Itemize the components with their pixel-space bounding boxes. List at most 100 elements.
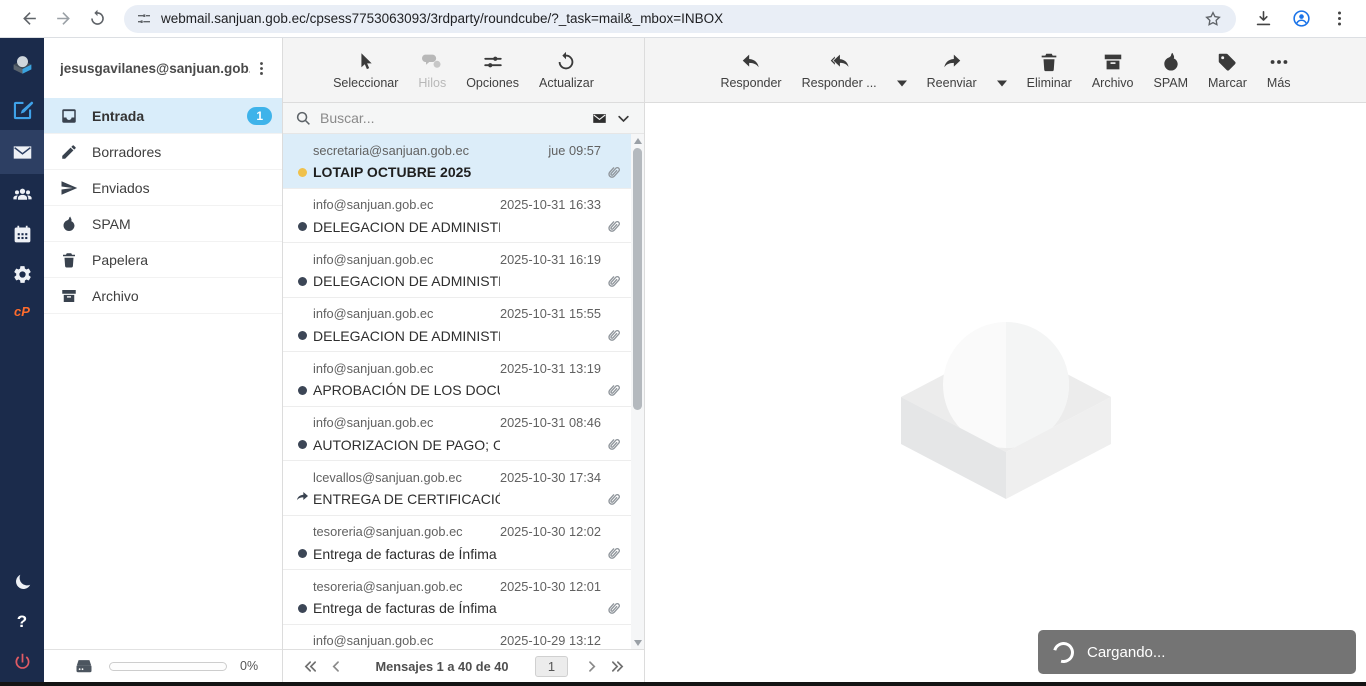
cpanel-logo-icon[interactable]: cP — [0, 294, 44, 328]
logout-button[interactable] — [0, 642, 44, 682]
kebab-menu-icon — [1330, 9, 1349, 28]
inbox-icon — [60, 106, 79, 125]
message-row[interactable]: tesoreria@sanjuan.gob.ec 2025-10-30 12:0… — [283, 516, 631, 571]
url-text[interactable]: webmail.sanjuan.gob.ec/cpsess7753063093/… — [161, 11, 1198, 26]
scroll-up-button[interactable] — [634, 138, 642, 144]
unread-dot — [298, 604, 307, 613]
folder-label: Archivo — [92, 288, 139, 304]
message-sender: tesoreria@sanjuan.gob.ec — [313, 522, 500, 542]
mark-button[interactable]: Marcar — [1208, 51, 1247, 90]
select-button[interactable]: Seleccionar — [333, 51, 398, 90]
refresh-button[interactable]: Actualizar — [539, 51, 594, 90]
message-subject: ENTREGA DE CERTIFICACIÓN PRESUPUEST... — [313, 487, 500, 511]
watermark-cube-icon — [898, 285, 1114, 499]
quota-progress — [109, 662, 227, 671]
chevron-right-icon — [584, 659, 599, 674]
message-date: 2025-10-29 13:12 — [500, 631, 627, 651]
browser-menu-button[interactable] — [1324, 4, 1354, 34]
reply-all-button[interactable]: Responder ... — [802, 51, 877, 90]
forward-menu-button[interactable] — [997, 79, 1007, 87]
reply-all-label: Responder ... — [802, 76, 877, 90]
contacts-icon — [12, 184, 33, 205]
reply-button[interactable]: Responder — [720, 51, 781, 90]
message-row[interactable]: info@sanjuan.gob.ec 2025-10-29 13:12 — [283, 625, 631, 651]
message-sender: secretaria@sanjuan.gob.ec — [313, 140, 548, 160]
message-date: jue 09:57 — [548, 140, 627, 160]
message-row[interactable]: info@sanjuan.gob.ec 2025-10-31 16:19 DEL… — [283, 243, 631, 298]
prev-page-button[interactable] — [323, 654, 349, 678]
rail-calendar-button[interactable] — [0, 214, 44, 254]
message-date: 2025-10-30 17:34 — [500, 467, 627, 487]
folder-pane: jesusgavilanes@sanjuan.gob.... Entrada 1 — [44, 38, 283, 682]
rail-contacts-button[interactable] — [0, 174, 44, 214]
message-subject: DELEGACION DE ADMINISTRADORA DE OR... — [313, 324, 500, 348]
profile-button[interactable] — [1286, 4, 1316, 34]
spam-label: SPAM — [1154, 76, 1189, 90]
loading-toast: Cargando... — [1038, 630, 1356, 674]
options-button[interactable]: Opciones — [466, 51, 519, 90]
message-row[interactable]: info@sanjuan.gob.ec 2025-10-31 13:19 APR… — [283, 352, 631, 407]
next-page-button[interactable] — [578, 654, 604, 678]
attachment-indicator — [500, 542, 627, 566]
message-sender: info@sanjuan.gob.ec — [313, 249, 500, 269]
message-row[interactable]: info@sanjuan.gob.ec 2025-10-31 08:46 AUT… — [283, 407, 631, 462]
profile-icon — [1292, 9, 1311, 28]
folder-item[interactable]: Archivo — [44, 278, 282, 314]
bookmark-button[interactable] — [1198, 6, 1228, 32]
message-subject: Entrega de facturas de Ínfima Cuantía de… — [313, 596, 500, 620]
message-subject: AUTORIZACION DE PAGO; ORDENES DE CO... — [313, 433, 500, 457]
spinner-icon — [1049, 638, 1078, 667]
folder-item[interactable]: SPAM — [44, 206, 282, 242]
roundcube-logo-icon[interactable] — [0, 38, 44, 90]
message-subject: Entrega de facturas de Ínfima Cuantía de… — [313, 542, 500, 566]
address-bar[interactable]: webmail.sanjuan.gob.ec/cpsess7753063093/… — [124, 5, 1236, 33]
options-label: Opciones — [466, 76, 519, 90]
threads-label: Hilos — [418, 76, 446, 90]
search-scope-button[interactable] — [586, 107, 612, 129]
back-button[interactable] — [12, 4, 46, 34]
message-row[interactable]: lcevallos@sanjuan.gob.ec 2025-10-30 17:3… — [283, 461, 631, 516]
delete-label: Eliminar — [1027, 76, 1072, 90]
folder-item[interactable]: Entrada 1 — [44, 98, 282, 134]
paperclip-icon — [604, 599, 623, 618]
scroll-down-button[interactable] — [634, 640, 642, 646]
message-subject: DELEGACION DE ADMINISTRADORA DE OR... — [313, 215, 500, 239]
folder-item[interactable]: Borradores — [44, 134, 282, 170]
search-options-button[interactable] — [612, 107, 634, 129]
account-menu-button[interactable] — [250, 55, 272, 81]
scrollbar-thumb[interactable] — [633, 148, 642, 410]
message-subject: APROBACIÓN DE LOS DOCUMENTOS DE LA... — [313, 378, 500, 402]
threads-button[interactable]: Hilos — [418, 51, 446, 90]
forward-button[interactable] — [46, 4, 80, 34]
ellipsis-icon — [1268, 51, 1290, 73]
archive-button[interactable]: Archivo — [1092, 51, 1134, 90]
last-page-button[interactable] — [604, 654, 630, 678]
rail-mail-button[interactable] — [0, 130, 44, 174]
rail-settings-button[interactable] — [0, 254, 44, 294]
more-button[interactable]: Más — [1267, 51, 1291, 90]
unread-dot — [298, 549, 307, 558]
message-row[interactable]: info@sanjuan.gob.ec 2025-10-31 15:55 DEL… — [283, 298, 631, 353]
site-settings-icon[interactable] — [136, 11, 152, 27]
dark-mode-button[interactable] — [0, 562, 44, 602]
paperclip-icon — [604, 490, 623, 509]
reply-all-menu-button[interactable] — [897, 79, 907, 87]
message-row[interactable]: tesoreria@sanjuan.gob.ec 2025-10-30 12:0… — [283, 570, 631, 625]
attachment-indicator — [548, 160, 627, 184]
message-row[interactable]: info@sanjuan.gob.ec 2025-10-31 16:33 DEL… — [283, 189, 631, 244]
message-row[interactable]: secretaria@sanjuan.gob.ec jue 09:57 LOTA… — [283, 134, 631, 189]
compose-button[interactable] — [0, 90, 44, 130]
first-page-button[interactable] — [297, 654, 323, 678]
spam-button[interactable]: SPAM — [1154, 51, 1189, 90]
download-button[interactable] — [1248, 4, 1278, 34]
reload-button[interactable] — [80, 4, 114, 34]
forward-button-toolbar[interactable]: Reenviar — [927, 51, 977, 90]
webmail-app: cP ? jesusgavilanes@sanjuan.gob.... — [0, 38, 1366, 682]
folder-item[interactable]: Enviados — [44, 170, 282, 206]
delete-button[interactable]: Eliminar — [1027, 51, 1072, 90]
help-button[interactable]: ? — [0, 602, 44, 642]
search-input[interactable] — [320, 110, 586, 126]
page-number-input[interactable]: 1 — [535, 656, 568, 677]
folder-item[interactable]: Papelera — [44, 242, 282, 278]
threads-icon — [421, 51, 443, 73]
